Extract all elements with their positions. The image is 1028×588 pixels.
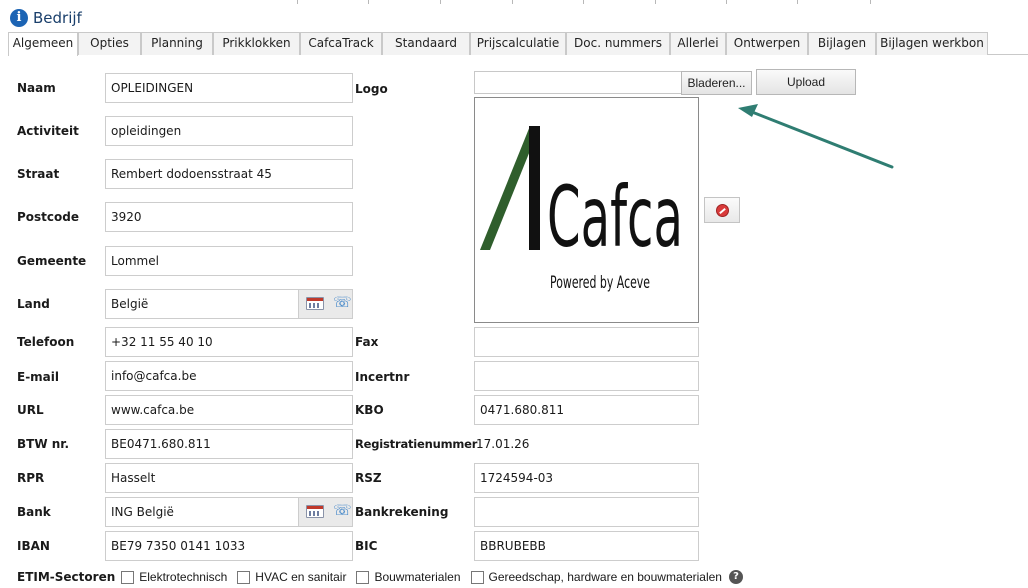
rpr-label: RPR bbox=[17, 471, 45, 485]
delete-logo-button[interactable] bbox=[704, 197, 740, 223]
bank-field[interactable]: ING België bbox=[105, 497, 299, 527]
bankrekening-label: Bankrekening bbox=[355, 505, 449, 519]
bankrekening-field[interactable] bbox=[474, 497, 699, 527]
tab-planning[interactable]: Planning bbox=[141, 32, 213, 55]
svg-text:Cafca: Cafca bbox=[547, 168, 683, 266]
postcode-field[interactable]: 3920 bbox=[105, 202, 353, 232]
tab-algemeen[interactable]: Algemeen bbox=[8, 32, 78, 56]
bank-label: Bank bbox=[17, 505, 51, 519]
delete-icon bbox=[716, 204, 729, 217]
logo-file-input[interactable] bbox=[474, 71, 682, 94]
fax-label: Fax bbox=[355, 335, 379, 349]
straat-label: Straat bbox=[17, 167, 60, 181]
iban-field[interactable]: BE79 7350 0141 1033 bbox=[105, 531, 353, 561]
browse-button[interactable]: Bladeren... bbox=[681, 71, 752, 95]
checkbox-label: Elektrotechnisch bbox=[139, 570, 228, 584]
gemeente-field[interactable]: Lommel bbox=[105, 246, 353, 276]
bic-field[interactable]: BBRUBEBB bbox=[474, 531, 699, 561]
tab-doc-nummers[interactable]: Doc. nummers bbox=[566, 32, 670, 55]
checkbox-label: Bouwmaterialen bbox=[374, 570, 461, 584]
rsz-field[interactable]: 1724594-03 bbox=[474, 463, 699, 493]
postcode-label: Postcode bbox=[17, 210, 80, 224]
straat-field[interactable]: Rembert dodoensstraat 45 bbox=[105, 159, 353, 189]
cafca-logo: Cafca Powered by Aceve bbox=[480, 126, 683, 293]
incertnr-field[interactable] bbox=[474, 361, 699, 391]
tab-bijlagen-werkbon[interactable]: Bijlagen werkbon bbox=[876, 32, 988, 55]
activiteit-field[interactable]: opleidingen bbox=[105, 116, 353, 146]
tab-allerlei[interactable]: Allerlei bbox=[670, 32, 726, 55]
registratienummer-value[interactable]: 17.01.26 bbox=[476, 437, 529, 451]
url-label: URL bbox=[17, 403, 44, 417]
email-field[interactable]: info@cafca.be bbox=[105, 361, 353, 391]
tab-cafcatrack[interactable]: CafcaTrack bbox=[300, 32, 382, 55]
checkbox-hvac-sanitair[interactable] bbox=[237, 570, 251, 584]
btw-field[interactable]: BE0471.680.811 bbox=[105, 429, 353, 459]
btw-label: BTW nr. bbox=[17, 437, 70, 451]
calendar-icon[interactable] bbox=[306, 505, 324, 518]
info-icon: i bbox=[10, 9, 28, 27]
iban-label: IBAN bbox=[17, 539, 50, 553]
kbo-field[interactable]: 0471.680.811 bbox=[474, 395, 699, 425]
help-icon[interactable]: ? bbox=[728, 570, 743, 584]
tab-prijscalculatie[interactable]: Prijscalculatie bbox=[470, 32, 566, 55]
page-title: Bedrijf bbox=[33, 9, 82, 27]
calendar-icon[interactable] bbox=[306, 297, 324, 310]
logo-label: Logo bbox=[355, 82, 388, 96]
naam-label: Naam bbox=[17, 81, 56, 95]
tab-ontwerpen[interactable]: Ontwerpen bbox=[726, 32, 808, 55]
checkbox-elektrotechnisch[interactable] bbox=[121, 570, 135, 584]
tab-standaard[interactable]: Standaard bbox=[382, 32, 470, 55]
incertnr-label: Incertnr bbox=[355, 370, 410, 384]
url-field[interactable]: www.cafca.be bbox=[105, 395, 353, 425]
rsz-label: RSZ bbox=[355, 471, 382, 485]
phone-icon[interactable]: ☏ bbox=[333, 501, 352, 519]
annotation-arrow bbox=[738, 104, 894, 169]
checkbox-gereedschap[interactable] bbox=[470, 570, 484, 584]
activiteit-label: Activiteit bbox=[17, 124, 79, 138]
land-field[interactable]: België bbox=[105, 289, 299, 319]
email-label: E-mail bbox=[17, 370, 60, 384]
etim-sectors: ETIM-Sectoren Elektrotechnisch HVAC en s… bbox=[17, 568, 743, 586]
top-divider bbox=[0, 0, 1028, 6]
telefoon-field[interactable]: +32 11 55 40 10 bbox=[105, 327, 353, 357]
svg-text:Powered by Aceve: Powered by Aceve bbox=[550, 273, 650, 293]
fax-field[interactable] bbox=[474, 327, 699, 357]
land-label: Land bbox=[17, 297, 50, 311]
tab-prikklokken[interactable]: Prikklokken bbox=[213, 32, 300, 55]
kbo-label: KBO bbox=[355, 403, 384, 417]
upload-button[interactable]: Upload bbox=[756, 69, 856, 95]
telefoon-label: Telefoon bbox=[17, 335, 75, 349]
checkbox-bouwmaterialen[interactable] bbox=[356, 570, 370, 584]
rpr-field[interactable]: Hasselt bbox=[105, 463, 353, 493]
registratienummer-label: Registratienummer bbox=[355, 437, 478, 451]
gemeente-label: Gemeente bbox=[17, 254, 87, 268]
tab-opties[interactable]: Opties bbox=[78, 32, 141, 55]
naam-field[interactable]: OPLEIDINGEN bbox=[105, 73, 353, 103]
checkbox-label: HVAC en sanitair bbox=[255, 570, 347, 584]
etim-label: ETIM-Sectoren bbox=[17, 570, 116, 584]
tab-bar: Algemeen Opties Planning Prikklokken Caf… bbox=[8, 32, 1028, 56]
bic-label: BIC bbox=[355, 539, 378, 553]
window-title: i Bedrijf bbox=[10, 8, 82, 28]
logo-preview: Cafca Powered by Aceve bbox=[474, 97, 699, 323]
tab-bijlagen[interactable]: Bijlagen bbox=[808, 32, 876, 55]
phone-icon[interactable]: ☏ bbox=[333, 293, 352, 311]
checkbox-label: Gereedschap, hardware en bouwmaterialen bbox=[488, 570, 722, 584]
